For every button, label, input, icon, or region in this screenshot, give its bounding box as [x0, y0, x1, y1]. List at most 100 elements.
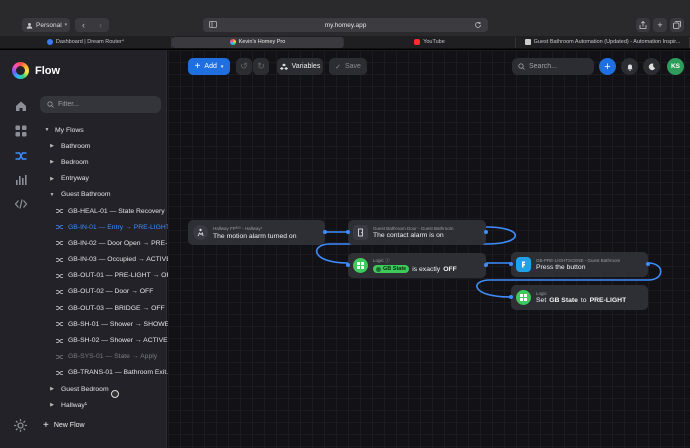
- output-port[interactable]: [484, 263, 488, 267]
- tab-homey[interactable]: Kevin's Homey Pro: [172, 36, 344, 48]
- trigger-card-motion[interactable]: Hallway FP³⁰⁰ - Hallway¹ The motion alar…: [188, 220, 327, 245]
- tree-item-label: GB-SYS-01 — State → Apply: [68, 353, 158, 361]
- card-text-value: OFF: [443, 265, 457, 273]
- input-port[interactable]: [509, 295, 513, 299]
- add-label: Add: [204, 63, 217, 70]
- browser-actions: +: [636, 18, 684, 32]
- developer-nav-button[interactable]: [13, 196, 29, 212]
- flow-item[interactable]: GB-SH-01 — Shower → SHOWER: [40, 316, 174, 332]
- tab-dashboard[interactable]: Dashboard | Dream Router⁴: [0, 36, 172, 48]
- insights-nav-button[interactable]: [13, 172, 29, 188]
- folder-item[interactable]: ▼ My Flows: [40, 122, 165, 138]
- theme-toggle-button[interactable]: [643, 58, 660, 75]
- output-port[interactable]: [323, 230, 327, 234]
- input-port[interactable]: [509, 262, 513, 266]
- home-nav-button[interactable]: [13, 98, 29, 114]
- tab-automation-inspiration[interactable]: Guest Bathroom Automation (Updated) - Au…: [516, 36, 690, 48]
- caret-down-icon[interactable]: ▼: [44, 127, 50, 133]
- tree-item-label: GB-TRANS-01 — Bathroom Exit...: [68, 369, 172, 377]
- output-port[interactable]: [646, 262, 650, 266]
- address-bar[interactable]: my.homey.app: [203, 18, 488, 32]
- flow-item[interactable]: GB-OUT-01 — PRE-LIGHT → OFF: [40, 268, 175, 284]
- filter-input[interactable]: [58, 101, 153, 108]
- flow-item[interactable]: GB-IN-02 — Door Open → PRE-...: [40, 235, 173, 251]
- input-port[interactable]: [346, 230, 350, 234]
- caret-right-icon[interactable]: ▶: [49, 386, 55, 392]
- flow-tree: ▼ My Flows ▶ Bathroom ▶ Bedroom ▶ Entryway ▼ Gues…: [40, 122, 175, 413]
- bar-chart-icon: [16, 175, 27, 185]
- profile-icon: [26, 22, 33, 29]
- caret-down-icon[interactable]: ▼: [49, 192, 55, 198]
- tree-item-label: Bedroom: [61, 158, 89, 166]
- card-subtitle: GB-PRE-LIGHTSCENE - Guest Bathroom: [536, 258, 621, 263]
- forward-icon[interactable]: ›: [99, 20, 102, 30]
- flow-nav-button[interactable]: [13, 148, 29, 164]
- add-card-button[interactable]: + Add ▾: [188, 58, 230, 75]
- avatar[interactable]: KS: [667, 58, 684, 75]
- gear-icon[interactable]: [13, 418, 28, 433]
- share-button[interactable]: [636, 18, 650, 32]
- folder-item[interactable]: ▶ Bathroom: [40, 138, 165, 154]
- sidebar-toggle-icon[interactable]: [209, 21, 217, 28]
- folder-item[interactable]: ▶ Guest Bedroom: [40, 381, 165, 397]
- caret-right-icon[interactable]: ▶: [49, 176, 55, 182]
- flow-item[interactable]: GB-SYS-01 — State → Apply: [40, 349, 165, 365]
- tree-item-label: GB-SH-02 — Shower → ACTIVE: [68, 337, 168, 345]
- flow-item[interactable]: GB-HEAL-01 — State Recovery: [40, 203, 165, 219]
- input-port[interactable]: [346, 263, 350, 267]
- search-icon: [47, 101, 54, 108]
- redo-button[interactable]: ↻: [253, 58, 269, 75]
- tree-item-label: Guest Bathroom: [61, 191, 111, 199]
- folder-item[interactable]: ▼ Guest Bathroom: [40, 187, 165, 203]
- devices-nav-button[interactable]: [13, 123, 29, 139]
- action-card-logic[interactable]: Logic Set GB State to PRE-LIGHT: [509, 285, 648, 310]
- create-button[interactable]: +: [599, 58, 616, 75]
- flow-icon: [56, 371, 63, 375]
- url-text: my.homey.app: [324, 21, 367, 29]
- caret-right-icon[interactable]: ▶: [49, 402, 55, 408]
- profile-label: Personal: [36, 21, 62, 29]
- folder-item[interactable]: ▶ Bedroom: [40, 154, 165, 170]
- sidebar: Flow ▼ My Flows ▶ Bathroom ▶ Bedroom ▶ Entryway…: [0, 50, 175, 448]
- condition-card-door[interactable]: Guest Bathroom Door - Guest Bathroom The…: [346, 220, 488, 245]
- plus-icon: +: [43, 420, 49, 431]
- tab-overview-button[interactable]: [670, 18, 684, 32]
- profile-button[interactable]: Personal ▾: [22, 18, 70, 32]
- tree-item-label: GB-SH-01 — Shower → SHOWER: [68, 320, 175, 328]
- tab-youtube[interactable]: YouTube: [344, 36, 516, 48]
- tree-item-label: Bathroom: [61, 142, 91, 150]
- undo-icon: ↺: [240, 61, 248, 71]
- avatar-initials: KS: [670, 63, 681, 70]
- back-icon[interactable]: ‹: [82, 20, 85, 30]
- save-button[interactable]: ✓ Save: [329, 58, 367, 75]
- filter-input-wrapper: [40, 96, 161, 113]
- caret-right-icon[interactable]: ▶: [49, 159, 55, 165]
- action-card-button[interactable]: GB-PRE-LIGHTSCENE - Guest Bathroom Press…: [509, 252, 650, 277]
- folder-item[interactable]: ▶ Hallway¹: [40, 397, 165, 413]
- card-subtitle: Logic: [536, 291, 547, 296]
- flow-canvas[interactable]: [168, 50, 690, 448]
- new-tab-button[interactable]: +: [653, 18, 667, 32]
- search-input[interactable]: [529, 63, 589, 70]
- caret-right-icon[interactable]: ▶: [49, 143, 55, 149]
- flow-item[interactable]: GB-SH-02 — Shower → ACTIVE: [40, 332, 168, 348]
- flow-item[interactable]: GB-IN-01 — Entry → PRE-LIGHT: [40, 219, 170, 235]
- folder-item[interactable]: ▶ Entryway: [40, 171, 165, 187]
- output-port[interactable]: [484, 230, 488, 234]
- flow-icon: [56, 225, 63, 230]
- condition-card-logic[interactable]: Logic ⓘ GB State is exactly OFF: [346, 253, 488, 278]
- flow-item[interactable]: GB-IN-03 — Occupied → ACTIVE: [40, 252, 171, 268]
- search-icon: [518, 63, 525, 70]
- notifications-button[interactable]: [621, 58, 638, 75]
- flow-item[interactable]: GB-OUT-03 — BRIDGE → OFF: [40, 300, 165, 316]
- home-icon: [16, 101, 26, 111]
- variables-button[interactable]: Variables: [277, 58, 323, 75]
- new-flow-button[interactable]: + New Flow: [43, 420, 85, 431]
- chevron-down-icon: ▾: [64, 22, 68, 28]
- mouse-cursor-icon: [111, 390, 119, 398]
- flow-item[interactable]: GB-TRANS-01 — Bathroom Exit...: [40, 365, 172, 381]
- tree-item-label: GB-IN-01 — Entry → PRE-LIGHT: [68, 223, 170, 231]
- flow-item[interactable]: GB-OUT-02 — Door → OFF: [40, 284, 165, 300]
- undo-button[interactable]: ↺: [236, 58, 252, 75]
- reload-icon[interactable]: [474, 21, 482, 29]
